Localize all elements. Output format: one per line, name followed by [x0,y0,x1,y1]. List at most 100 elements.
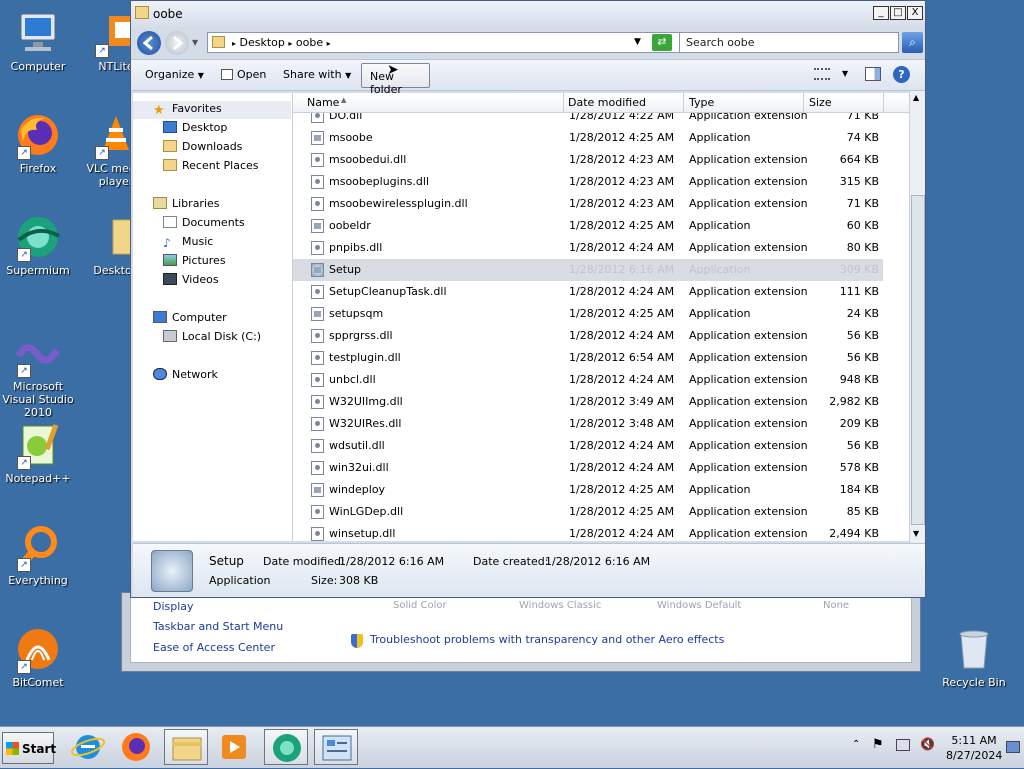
file-row[interactable]: SetupCleanupTask.dll 1/28/2012 4:24 AM App… [293,281,883,303]
column-date-modified[interactable]: Date modified [568,96,646,109]
file-type: Application extension [689,351,808,364]
file-row[interactable]: windeploy 1/28/2012 4:25 AM Application 184… [293,479,883,501]
file-row[interactable]: testplugin.dll 1/28/2012 6:54 AM Applicati… [293,347,883,369]
desktop-icon-everything[interactable]: ↗ Everything [0,524,78,587]
desktop-icon-firefox[interactable]: ↗ Firefox [0,112,78,175]
library-icon [153,197,167,209]
scroll-up-icon[interactable]: ▲ [913,93,919,102]
taskbar-media-player[interactable] [212,729,256,765]
nav-item-desktop[interactable]: Desktop [163,121,227,134]
desktop-icon-visual-studio[interactable]: ↗ Microsoft Visual Studio 2010 [0,330,78,419]
window-title: oobe [153,7,183,21]
back-button[interactable] [137,31,161,55]
file-row[interactable]: unbcl.dll 1/28/2012 4:24 AM Application ex… [293,369,883,391]
breadcrumb-desktop[interactable]: Desktop [240,36,285,49]
desktop-icon-label: NTLite [98,60,134,73]
title-bar[interactable]: oobe _ □ X [131,1,925,27]
file-row[interactable]: win32ui.dll 1/28/2012 4:24 AM Application … [293,457,883,479]
help-icon[interactable]: ? [893,66,910,83]
file-row[interactable]: Setup 1/28/2012 6:16 AM Application 309 KB [293,259,883,281]
details-size: 308 KB [339,574,379,587]
desktop-icon-notepadpp[interactable]: ↗ Notepad++ [0,422,78,485]
nav-item-downloads[interactable]: Downloads [163,140,242,153]
taskbar-start-menu-link[interactable]: Taskbar and Start Menu [153,620,283,633]
taskbar-internet-explorer[interactable] [66,729,110,765]
file-row[interactable]: spprgrss.dll 1/28/2012 4:24 AM Application… [293,325,883,347]
breadcrumb: ▸ Desktop ▸ oobe ▸ [232,36,331,49]
network-tray-icon[interactable] [896,739,910,751]
scrollbar-thumb[interactable] [911,195,925,525]
nav-item-pictures[interactable]: Pictures [163,254,226,267]
maximize-button[interactable]: □ [890,6,906,20]
forward-button[interactable] [165,31,189,55]
nav-item-videos[interactable]: Videos [163,273,219,286]
desktop-icon-recycle-bin[interactable]: Recycle Bin [934,626,1014,689]
search-icon[interactable]: ⌕ [902,32,923,53]
file-type: Application [689,483,751,496]
file-row[interactable]: DO.dll 1/28/2012 4:22 AM Application exten… [293,113,883,127]
action-center-flag-icon[interactable]: ⚑ [872,737,884,752]
organize-button[interactable]: Organize ▼ [145,68,204,81]
recent-pages-chevron-icon[interactable]: ▼ [192,38,198,47]
taskbar-explorer[interactable] [164,729,208,765]
open-button[interactable]: Open [221,68,266,81]
file-row[interactable]: winsetup.dll 1/28/2012 4:24 AM Application… [293,523,883,541]
show-desktop-button[interactable] [1006,741,1020,753]
file-size: 56 KB [846,329,879,342]
show-hidden-icons-icon[interactable]: ⌃ [852,739,860,750]
column-name[interactable]: Name [307,96,339,109]
file-row[interactable]: msoobedui.dll 1/28/2012 4:23 AM Applicatio… [293,149,883,171]
taskbar-firefox[interactable] [114,729,158,765]
display-link[interactable]: Display [153,600,194,613]
file-row[interactable]: wdsutil.dll 1/28/2012 4:24 AM Application … [293,435,883,457]
minimize-button[interactable]: _ [873,6,889,20]
nav-libraries[interactable]: Libraries [153,197,220,210]
search-input[interactable]: Search oobe ⌕ [679,32,923,53]
ease-of-access-link[interactable]: Ease of Access Center [153,641,275,654]
file-row[interactable]: msoobeplugins.dll 1/28/2012 4:23 AM Applic… [293,171,883,193]
view-options-icon[interactable] [814,68,830,80]
file-row[interactable]: msoobe 1/28/2012 4:25 AM Application 74 KB [293,127,883,149]
file-row[interactable]: oobeldr 1/28/2012 4:25 AM Application 60 KB [293,215,883,237]
share-with-button[interactable]: Share with ▼ [283,68,351,81]
nav-computer[interactable]: Computer [153,311,227,324]
breadcrumb-oobe[interactable]: oobe [296,36,323,49]
vertical-scrollbar[interactable]: ▲ ▼ [909,91,925,543]
taskbar-supermium[interactable] [264,729,308,765]
desktop-icon-bitcomet[interactable]: ↗ BitComet [0,626,78,689]
file-type: Application extension [689,197,808,210]
details-size-label: Size: [311,574,338,587]
background-window[interactable]: Display Taskbar and Start Menu Ease of A… [121,592,921,672]
refresh-button[interactable]: ⇄ [652,34,672,51]
start-button[interactable]: Start [2,732,56,764]
nav-item-documents[interactable]: Documents [163,216,245,229]
file-row[interactable]: pnpibs.dll 1/28/2012 4:24 AM Application e… [293,237,883,259]
view-dropdown-icon[interactable]: ▼ [842,69,848,78]
taskbar-control-panel[interactable] [314,729,358,765]
volume-muted-icon[interactable]: 🔇 [920,737,935,751]
file-row[interactable]: WinLGDep.dll 1/28/2012 4:25 AM Application… [293,501,883,523]
nav-network[interactable]: Network [153,368,218,381]
file-row[interactable]: setupsqm 1/28/2012 4:25 AM Application 24 K… [293,303,883,325]
scroll-down-icon[interactable]: ▼ [913,529,919,538]
file-date-modified: 1/28/2012 3:48 AM [569,417,675,430]
column-size[interactable]: Size [809,96,832,109]
system-clock[interactable]: 5:11 AM 8/27/2024 [946,733,1002,763]
shortcut-arrow-icon: ↗ [17,364,31,378]
file-row[interactable]: W32UIRes.dll 1/28/2012 3:48 AM Application… [293,413,883,435]
address-dropdown-icon[interactable]: ▼ [634,37,641,47]
file-row[interactable]: msoobewirelessplugin.dll 1/28/2012 4:23 A… [293,193,883,215]
pictures-icon [163,254,177,266]
column-type[interactable]: Type [689,96,714,109]
nav-item-music[interactable]: ♪ Music [163,235,213,250]
nav-item-local-disk[interactable]: Local Disk (C:) [163,330,261,343]
desktop-icon-computer[interactable]: Computer [0,10,78,73]
nav-favorites[interactable]: ★ Favorites [153,102,222,118]
desktop-icon-supermium[interactable]: ↗ Supermium [0,214,78,277]
file-row[interactable]: W32UIImg.dll 1/28/2012 3:49 AM Application… [293,391,883,413]
arrow-right-icon [173,35,184,51]
troubleshoot-link[interactable]: Troubleshoot problems with transparency … [370,633,724,646]
nav-item-recent-places[interactable]: Recent Places [163,159,259,172]
close-button[interactable]: X [907,6,923,20]
preview-pane-icon[interactable] [865,67,881,81]
